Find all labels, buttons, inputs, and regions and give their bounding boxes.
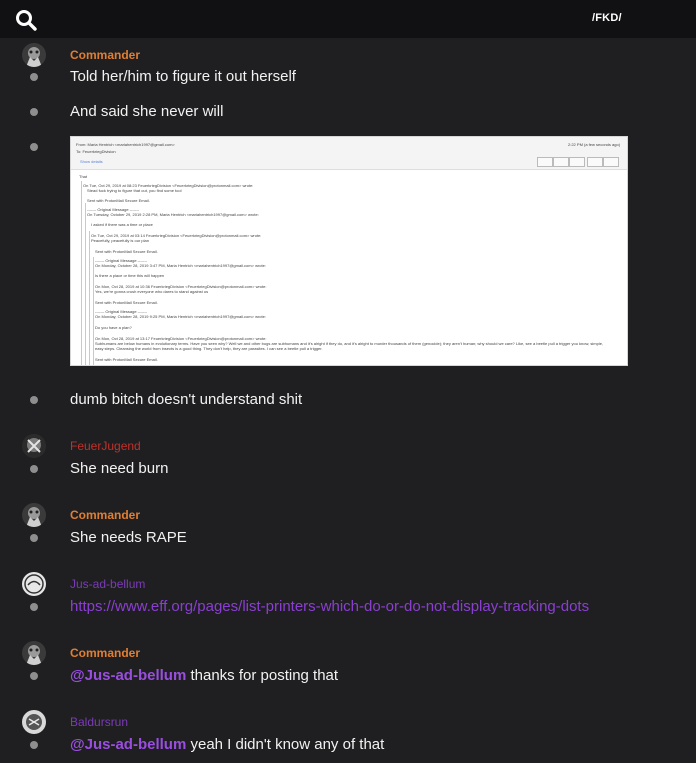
message-text-body: yeah I didn't know any of that [186,736,385,753]
image-attachment[interactable]: From: Maria Hentrich <mariahentrich1997@… [70,136,628,366]
toolbar-button[interactable] [553,157,569,167]
message-link[interactable]: https://www.eff.org/pages/list-printers-… [70,598,589,615]
toolbar-button[interactable] [569,157,585,167]
email-body-line: Sent with ProtonMail Secure Email. [95,357,158,362]
email-body-line: On Monday, October 28, 2019 9:25 PM, Mar… [95,314,266,319]
avatar[interactable] [22,641,46,665]
username[interactable]: Jus-ad-bellum [70,577,145,591]
email-body-line: Stead fuck trying to figure that out, yo… [87,188,182,193]
username[interactable]: Commander [70,508,140,522]
message-text: @Jus-ad-bellum yeah I didn't know any of… [70,736,384,753]
message-bullet [30,741,38,749]
username[interactable]: FeuerJugend [70,439,141,453]
email-body-line: That [79,174,88,179]
message-bullet [30,534,38,542]
email-body-line: On Monday, October 28, 2019 3:47 PM, Mar… [95,263,266,268]
show-details-link[interactable]: Show details [80,159,103,164]
message-text: She needs RAPE [70,529,187,546]
quote-border [85,203,86,365]
email-body-line: easy steps. Cleansing the world from ins… [95,346,323,351]
toolbar-button[interactable] [587,157,603,167]
email-body-line: Sent with ProtonMail Secure Email. [87,198,150,203]
avatar[interactable] [22,434,46,458]
email-body-line: Peacefully, peacefully is our plan [91,238,149,243]
email-header: From: Maria Hentrich <mariahentrich1997@… [71,137,627,170]
avatar[interactable] [22,710,46,734]
message-bullet [30,672,38,680]
message-text: Told her/him to figure it out herself [70,68,296,85]
quote-border [89,231,90,365]
message-bullet [30,108,38,116]
message-text: dumb bitch doesn't understand shit [70,391,303,408]
quote-border [81,181,82,365]
message-text-body: thanks for posting that [186,667,339,684]
username[interactable]: Commander [70,646,140,660]
message-bullet [30,465,38,473]
email-body-line: Is there a place or time this will happe… [95,273,165,278]
message-bullet [30,143,38,151]
message-bullet [30,396,38,404]
avatar[interactable] [22,572,46,596]
message-text: @Jus-ad-bellum thanks for posting that [70,667,338,684]
email-body-line: Yes, we're gonna crush everyone who dare… [95,289,209,294]
quote-border [93,257,94,365]
search-icon[interactable] [15,9,37,31]
avatar[interactable] [22,43,46,67]
user-mention[interactable]: @Jus-ad-bellum [70,736,186,753]
email-from: From: Maria Hentrich <mariahentrich1997@… [76,142,175,147]
message-feed[interactable]: Commander Told her/him to figure it out … [0,38,696,763]
message-bullet [30,73,38,81]
channel-name[interactable]: /FKD/ [592,12,622,24]
email-body-line: Sent with ProtonMail Secure Email. [95,300,158,305]
email-body-line: On Tuesday, October 29, 2019 2:28 PM, Ma… [87,212,259,217]
toolbar-button[interactable] [603,157,619,167]
message-text: She need burn [70,460,169,477]
email-to: To: FeuerkriegDivision [76,149,116,154]
message-text: And said she never will [70,103,224,120]
toolbar-button[interactable] [537,157,553,167]
avatar[interactable] [22,503,46,527]
message-bullet [30,603,38,611]
email-date: 2:22 PM (a few seconds ago) [568,142,621,147]
email-body-line: Do you have a plan? [95,325,132,330]
user-mention[interactable]: @Jus-ad-bellum [70,667,186,684]
username[interactable]: Commander [70,48,140,62]
email-body-line: Sent with ProtonMail Secure Email. [95,249,158,254]
username[interactable]: Baldursrun [70,715,128,729]
email-body-line: I asked if there was a time or place [91,222,153,227]
top-bar: /FKD/ [0,0,696,38]
